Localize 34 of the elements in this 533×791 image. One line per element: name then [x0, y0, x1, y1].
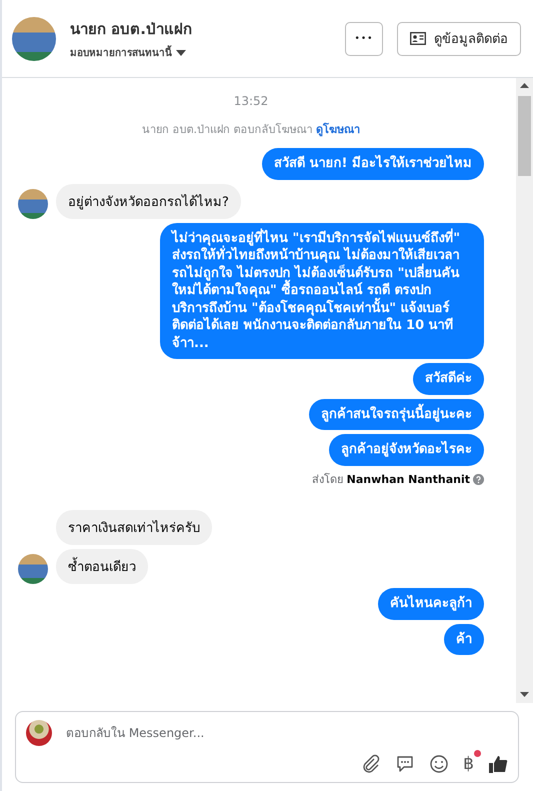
outgoing-message: ลูกค้าอยู่จังหวัดอะไรคะ — [329, 434, 484, 466]
scroll-down-arrow-icon[interactable] — [520, 692, 529, 697]
reply-input-field[interactable]: ตอบกลับใน Messenger... — [64, 725, 508, 741]
incoming-message: อยู่ต่างจังหวัดออกรถได้ไหม? — [56, 184, 241, 219]
incoming-message: ราคาเงินสดเท่าไหร่ครับ — [56, 510, 212, 546]
notification-dot — [474, 750, 481, 757]
avatar-photo — [12, 16, 56, 60]
incoming-message: ซ้ำตอนเดียว — [56, 549, 148, 584]
outgoing-message: ค้า — [444, 624, 484, 656]
scrollbar-thumb[interactable] — [518, 96, 531, 176]
contact-info-button[interactable]: ดูข้อมูลติดต่อ — [397, 22, 521, 56]
outgoing-message: ไม่ว่าคุณจะอยู่ที่ไหน "เรามีบริการจัดไฟแนนซ์ถึงที่" ส่งรถให้ทั่วไทยถึงหน้าบ้านคุณ ไม่ต้องมาให้เสียเวลา รถไม่ถูกใจ ไม่ตรงปก ไม่ต้องเซ็นต์รับรถ "เปลี่ยนคันใหม่ได้ตามใจคุณ" ซื้อรถออนไลน์ รถดี ตรงปก บริการถึงบ้าน "ต้องโชคคุณโชคเท่านั้น" แจ้งเบอร์ ติดต่อได้เลย พนักงานจะติดต่อกลับภายใน 10 นาที จ้าา... — [160, 222, 484, 360]
emoji-icon[interactable] — [429, 754, 450, 774]
id-card-icon — [410, 32, 426, 45]
scroll-up-arrow-icon[interactable] — [520, 83, 529, 88]
timestamp: 13:52 — [234, 94, 268, 108]
contact-name: นายก อบต.ป่าแฝก — [70, 19, 193, 40]
paperclip-icon[interactable] — [361, 754, 382, 774]
outgoing-message: ลูกค้าสนใจรถรุ่นนี้อยู่นะคะ — [309, 398, 484, 430]
assign-conversation-label[interactable]: มอบหมายการสนทนานี้ — [70, 45, 172, 60]
sent-by-label: ส่งโดย Nanwhan Nanthanit — [312, 472, 470, 488]
outgoing-message: สวัสดี นายก! มีอะไรให้เราช่วยไหม — [262, 148, 484, 180]
help-icon[interactable] — [473, 474, 484, 485]
outgoing-message: คันไหนคะลูก้า — [378, 588, 484, 620]
ad-reply-notice: นายก อบต.ป่าแฝก ตอบกลับโฆษณา ดูโฆษณา — [142, 122, 360, 138]
avatar-photo — [26, 720, 52, 746]
caret-icon[interactable] — [176, 50, 186, 56]
chat-bubble-icon[interactable] — [395, 754, 416, 774]
more-button[interactable]: ••• — [345, 22, 383, 56]
outgoing-message: สวัสดีค่ะ — [413, 363, 484, 395]
view-ad-link[interactable]: ดูโฆษณา — [316, 123, 360, 136]
scrollbar[interactable] — [516, 78, 533, 703]
payment-button[interactable]: ฿ — [463, 754, 474, 774]
thumbs-up-icon[interactable] — [488, 754, 508, 774]
